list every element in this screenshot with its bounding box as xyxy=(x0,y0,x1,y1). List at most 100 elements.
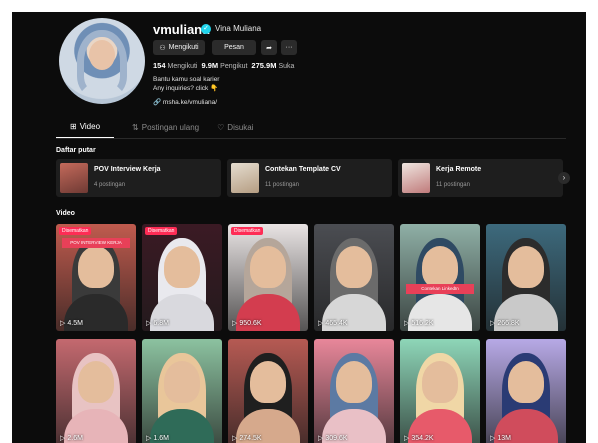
play-icon: ▷ xyxy=(232,320,238,327)
video-creator-face xyxy=(250,361,286,403)
link-icon: 🔗 xyxy=(153,99,162,106)
bio-line-1: Bantu kamu soal karier xyxy=(153,76,220,83)
profile-avatar[interactable] xyxy=(59,18,145,104)
video-view-count-text: 13M xyxy=(497,434,512,442)
profile-stats: 154 Mengikuti 9.9M Pengikut 275.9M Suka xyxy=(153,61,294,70)
play-icon: ▷ xyxy=(404,435,410,442)
playlist-thumbnail xyxy=(402,163,430,193)
video-thumbnail[interactable]: ▷ 266.8K xyxy=(486,224,566,331)
play-icon: ▷ xyxy=(60,435,66,442)
video-view-count: ▷ 516.2K xyxy=(404,319,434,328)
playlist-thumbnail xyxy=(231,163,259,193)
video-creator-face xyxy=(422,361,458,403)
video-thumbnail[interactable]: Disematkan POV INTERVIEW KERJA ▷ 4.5M xyxy=(56,224,136,331)
message-button-label: Pesan xyxy=(224,44,244,51)
video-thumbnail[interactable]: Contekan LinkedIn ▷ 516.2K xyxy=(400,224,480,331)
playlist-thumbnail xyxy=(60,163,88,193)
video-creator-face xyxy=(164,361,200,403)
profile-link[interactable]: 🔗 msha.ke/vmuliana/ xyxy=(153,98,217,106)
video-thumbnail[interactable]: ▷ 465.4K xyxy=(314,224,394,331)
verified-badge-icon: ✓ xyxy=(201,24,211,34)
stat-followers[interactable]: 9.9M Pengikut xyxy=(201,61,247,70)
video-thumbnail[interactable]: ▷ 309.6K xyxy=(314,339,394,443)
following-button[interactable]: ⚇ Mengikuti xyxy=(153,40,205,55)
video-creator-face xyxy=(336,246,372,288)
stat-likes-value: 275.9M xyxy=(251,61,277,70)
video-grid: Disematkan POV INTERVIEW KERJA ▷ 4.5M Disema… xyxy=(56,224,566,443)
play-icon: ▷ xyxy=(146,320,152,327)
play-icon: ▷ xyxy=(318,435,324,442)
video-creator-face xyxy=(336,361,372,403)
video-view-count-text: 6.8M xyxy=(153,319,169,327)
video-view-count: ▷ 6.8M xyxy=(146,319,169,328)
more-icon: ··· xyxy=(285,44,293,51)
video-caption-banner: Contekan LinkedIn xyxy=(406,284,474,294)
video-view-count-text: 274.5K xyxy=(239,434,262,442)
video-view-count: ▷ 4.5M xyxy=(60,319,83,328)
playlist-card[interactable]: Contekan Template CV 11 postingan xyxy=(227,159,392,197)
bio-line-2: Any inquiries? click 👇 xyxy=(153,85,219,92)
video-view-count: ▷ 465.4K xyxy=(318,319,348,328)
video-view-count-text: 950.6K xyxy=(239,319,262,327)
playlist-count: 11 postingan xyxy=(436,182,470,188)
video-thumbnail[interactable]: ▷ 354.2K xyxy=(400,339,480,443)
video-thumbnail[interactable]: Disematkan ▷ 950.6K xyxy=(228,224,308,331)
video-view-count-text: 309.6K xyxy=(325,434,348,442)
video-view-count-text: 354.2K xyxy=(411,434,434,442)
stat-following[interactable]: 154 Mengikuti xyxy=(153,61,197,70)
play-icon: ▷ xyxy=(490,435,496,442)
chevron-right-icon[interactable]: › xyxy=(558,172,570,184)
pinned-badge: Disematkan xyxy=(59,227,92,235)
videos-heading: Video xyxy=(56,210,75,217)
playlist-name: Kerja Remote xyxy=(436,166,482,173)
tab-liked-label: Disukai xyxy=(227,123,254,132)
playlist-name: Contekan Template CV xyxy=(265,166,341,173)
tab-reposts[interactable]: ⇅ Postingan ulang xyxy=(132,122,199,139)
video-view-count: ▷ 950.6K xyxy=(232,319,262,328)
avatar-face xyxy=(89,40,115,70)
playlist-count: 4 postingan xyxy=(94,182,126,188)
stat-following-label: Mengikuti xyxy=(167,63,198,70)
play-icon: ▷ xyxy=(490,320,496,327)
profile-display-name: Vina Muliana xyxy=(215,24,262,33)
video-view-count: ▷ 274.5K xyxy=(232,434,262,443)
tab-liked[interactable]: ♡ Disukai xyxy=(217,122,253,139)
more-options-button[interactable]: ··· xyxy=(281,40,297,55)
play-icon: ▷ xyxy=(60,320,66,327)
play-icon: ▷ xyxy=(318,320,324,327)
pinned-badge: Disematkan xyxy=(145,227,178,235)
video-thumbnail[interactable]: Disematkan ▷ 6.8M xyxy=(142,224,222,331)
tab-video[interactable]: ⊞ Video xyxy=(56,122,115,139)
stat-followers-label: Pengikut xyxy=(220,63,248,70)
video-view-count-text: 2.6M xyxy=(67,434,83,442)
playlist-count: 11 postingan xyxy=(265,182,299,188)
stat-following-value: 154 xyxy=(153,61,166,70)
playlist-card[interactable]: POV Interview Kerja 4 postingan xyxy=(56,159,221,197)
playlists-row: POV Interview Kerja 4 postingan Contekan… xyxy=(56,159,563,197)
playlist-card[interactable]: Kerja Remote 11 postingan xyxy=(398,159,563,197)
tab-video-label: Video xyxy=(79,122,101,131)
video-creator-face xyxy=(164,246,200,288)
video-thumbnail[interactable]: ▷ 1.6M xyxy=(142,339,222,443)
repost-icon: ⇅ xyxy=(132,123,139,132)
video-thumbnail[interactable]: ▷ 274.5K xyxy=(228,339,308,443)
heart-outline-icon: ♡ xyxy=(217,123,225,132)
video-creator-face xyxy=(422,246,458,288)
tabs-divider xyxy=(56,138,566,139)
video-creator-face xyxy=(78,361,114,403)
tab-reposts-label: Postingan ulang xyxy=(141,123,200,132)
playlist-name: POV Interview Kerja xyxy=(94,166,161,173)
grid-icon: ⊞ xyxy=(70,122,77,131)
video-view-count: ▷ 2.6M xyxy=(60,434,83,443)
video-creator-face xyxy=(250,246,286,288)
pinned-badge: Disematkan xyxy=(231,227,264,235)
video-thumbnail[interactable]: ▷ 13M xyxy=(486,339,566,443)
profile-link-text: msha.ke/vmuliana/ xyxy=(162,99,218,106)
play-icon: ▷ xyxy=(404,320,410,327)
playlists-heading: Daftar putar xyxy=(56,147,96,154)
video-view-count-text: 516.2K xyxy=(411,319,434,327)
message-button[interactable]: Pesan xyxy=(212,40,256,55)
video-thumbnail[interactable]: ▷ 2.6M xyxy=(56,339,136,443)
video-creator-face xyxy=(78,246,114,288)
share-button[interactable]: ➦ xyxy=(261,40,277,55)
